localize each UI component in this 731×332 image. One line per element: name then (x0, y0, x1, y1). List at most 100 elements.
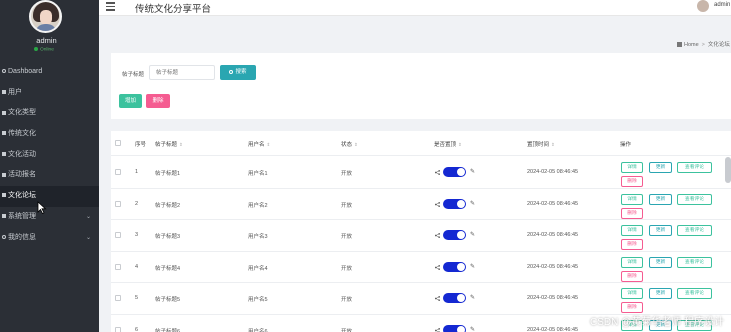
share-icon[interactable] (435, 233, 440, 238)
breadcrumb-home[interactable]: Home (684, 42, 699, 48)
pinned-toggle[interactable] (443, 230, 466, 240)
mouse-cursor-icon (37, 201, 47, 214)
share-icon[interactable] (435, 170, 440, 175)
share-icon[interactable] (435, 296, 440, 301)
pinned-toggle[interactable] (443, 167, 466, 177)
table-row: 3 帖子标题3 用户名3 开放 ✎ 2024-02-05 08:46:45 详情… (111, 220, 731, 252)
row-username: 用户名5 (248, 297, 268, 303)
edit-icon[interactable]: ✎ (470, 168, 475, 175)
row-delete-button[interactable]: 删除 (621, 239, 643, 250)
avatar[interactable] (29, 0, 62, 33)
row-index: 4 (135, 263, 139, 270)
row-delete-button[interactable]: 删除 (621, 270, 643, 282)
sidebar-item-culture-forum[interactable]: 文化论坛 (0, 186, 99, 207)
sidebar-item-users[interactable]: 用户 (0, 83, 99, 104)
row-checkbox[interactable] (115, 232, 121, 238)
search-button[interactable]: 搜索 (220, 65, 256, 80)
update-button[interactable]: 更新 (649, 193, 672, 205)
row-status: 开放 (341, 328, 353, 332)
row-checkbox[interactable] (115, 263, 121, 270)
info-icon (2, 234, 6, 239)
row-checkbox[interactable] (115, 295, 121, 301)
edit-icon[interactable]: ✎ (470, 200, 475, 207)
row-checkbox[interactable] (115, 169, 121, 175)
detail-button[interactable]: 详情 (621, 162, 643, 173)
share-icon[interactable] (435, 327, 440, 332)
row-delete-button[interactable]: 删除 (621, 176, 643, 187)
pinned-toggle[interactable] (443, 261, 466, 272)
column-header-status[interactable]: 状态 ⇕ (341, 140, 358, 148)
user-profile: admin Online (0, 0, 99, 58)
search-input[interactable] (149, 65, 215, 80)
update-button[interactable]: 更新 (649, 225, 672, 236)
header-user[interactable]: admin (697, 0, 731, 12)
update-button[interactable]: 更新 (649, 288, 672, 299)
table-row: 1 帖子标题1 用户名1 开放 ✎ 2024-02-05 08:46:45 详情… (111, 157, 731, 189)
sidebar-item-system-management[interactable]: 系统管理 ⌄ (0, 207, 99, 228)
site-title: 传统文化分享平台 (135, 4, 212, 15)
row-index: 3 (135, 232, 139, 238)
row-status: 开放 (341, 202, 353, 209)
grid-icon (2, 213, 6, 218)
row-checkbox[interactable] (115, 326, 121, 332)
edit-icon[interactable]: ✎ (470, 231, 475, 238)
view-comments-button[interactable]: 查看评论 (677, 288, 712, 299)
row-delete-button[interactable]: 删除 (621, 302, 643, 313)
sort-icon: ⇕ (179, 142, 183, 147)
select-all-checkbox[interactable] (115, 140, 121, 146)
watermark: CSDN @黄菊华老师 程序设计 (590, 317, 725, 328)
view-comments-button[interactable]: 查看评论 (677, 225, 712, 236)
share-icon[interactable] (435, 264, 440, 270)
pinned-toggle[interactable] (443, 324, 466, 332)
update-button[interactable]: 更新 (649, 256, 672, 268)
column-header-pinned[interactable]: 是否置顶 ⇕ (434, 140, 462, 148)
view-comments-button[interactable]: 查看评论 (677, 193, 712, 205)
edit-icon[interactable]: ✎ (470, 263, 475, 270)
row-checkbox[interactable] (115, 200, 121, 207)
table-header: 序号 帖子标题 ⇕ 用户名 ⇕ 状态 ⇕ 是否置顶 ⇕ 置顶时间 ⇕ 操作 (111, 131, 731, 156)
row-pin-time: 2024-02-05 08:46:45 (527, 169, 579, 175)
edit-icon[interactable]: ✎ (470, 294, 475, 301)
add-button[interactable]: 增加 (119, 94, 142, 108)
view-comments-button[interactable]: 查看评论 (677, 256, 712, 268)
column-header-username[interactable]: 用户名 ⇕ (248, 140, 270, 148)
column-header-title[interactable]: 帖子标题 ⇕ (155, 140, 183, 148)
column-header-actions: 操作 (620, 142, 632, 148)
top-header: 传统文化分享平台 admin (99, 0, 731, 16)
online-status: Online (34, 47, 54, 52)
header-avatar[interactable] (697, 0, 709, 12)
sidebar-item-culture-activity[interactable]: 文化活动 (0, 145, 99, 166)
breadcrumb: Home > 文化论坛 (677, 40, 730, 48)
grid-icon (2, 151, 6, 156)
row-status: 开放 (341, 297, 353, 303)
edit-icon[interactable]: ✎ (470, 326, 475, 332)
detail-button[interactable]: 详情 (621, 225, 643, 236)
column-header-index: 序号 (135, 142, 147, 148)
detail-button[interactable]: 详情 (621, 256, 643, 268)
table-row: 2 帖子标题2 用户名2 开放 ✎ 2024-02-05 08:46:45 详情… (111, 189, 731, 220)
row-title: 帖子标题6 (155, 328, 181, 332)
row-index: 6 (135, 326, 139, 332)
pinned-toggle[interactable] (443, 293, 466, 303)
chevron-down-icon: ⌄ (85, 234, 91, 241)
sort-icon: ⇕ (551, 142, 555, 147)
sidebar-item-my-info[interactable]: 我的信息 ⌄ (0, 228, 99, 249)
pinned-toggle[interactable] (443, 198, 466, 209)
sidebar-item-activity-signup[interactable]: 活动报名 (0, 165, 99, 186)
row-delete-button[interactable]: 删除 (621, 207, 643, 219)
menu-toggle-icon[interactable] (106, 2, 115, 11)
sidebar-item-dashboard[interactable]: Dashboard (0, 62, 99, 83)
row-title: 帖子标题2 (155, 202, 181, 209)
share-icon[interactable] (435, 201, 440, 207)
column-header-pin-time[interactable]: 置顶时间 ⇕ (527, 140, 555, 148)
update-button[interactable]: 更新 (649, 162, 672, 173)
vertical-scrollbar[interactable] (725, 157, 731, 183)
detail-button[interactable]: 详情 (621, 193, 643, 205)
sidebar-item-traditional-culture[interactable]: 传统文化 (0, 124, 99, 145)
sidebar: admin Online Dashboard 用户 文化类型 传统文化 文化活动… (0, 0, 99, 332)
detail-button[interactable]: 详情 (621, 288, 643, 299)
delete-button[interactable]: 删除 (146, 94, 170, 108)
row-status: 开放 (341, 234, 353, 240)
view-comments-button[interactable]: 查看评论 (677, 162, 712, 173)
sidebar-item-culture-type[interactable]: 文化类型 (0, 103, 99, 124)
